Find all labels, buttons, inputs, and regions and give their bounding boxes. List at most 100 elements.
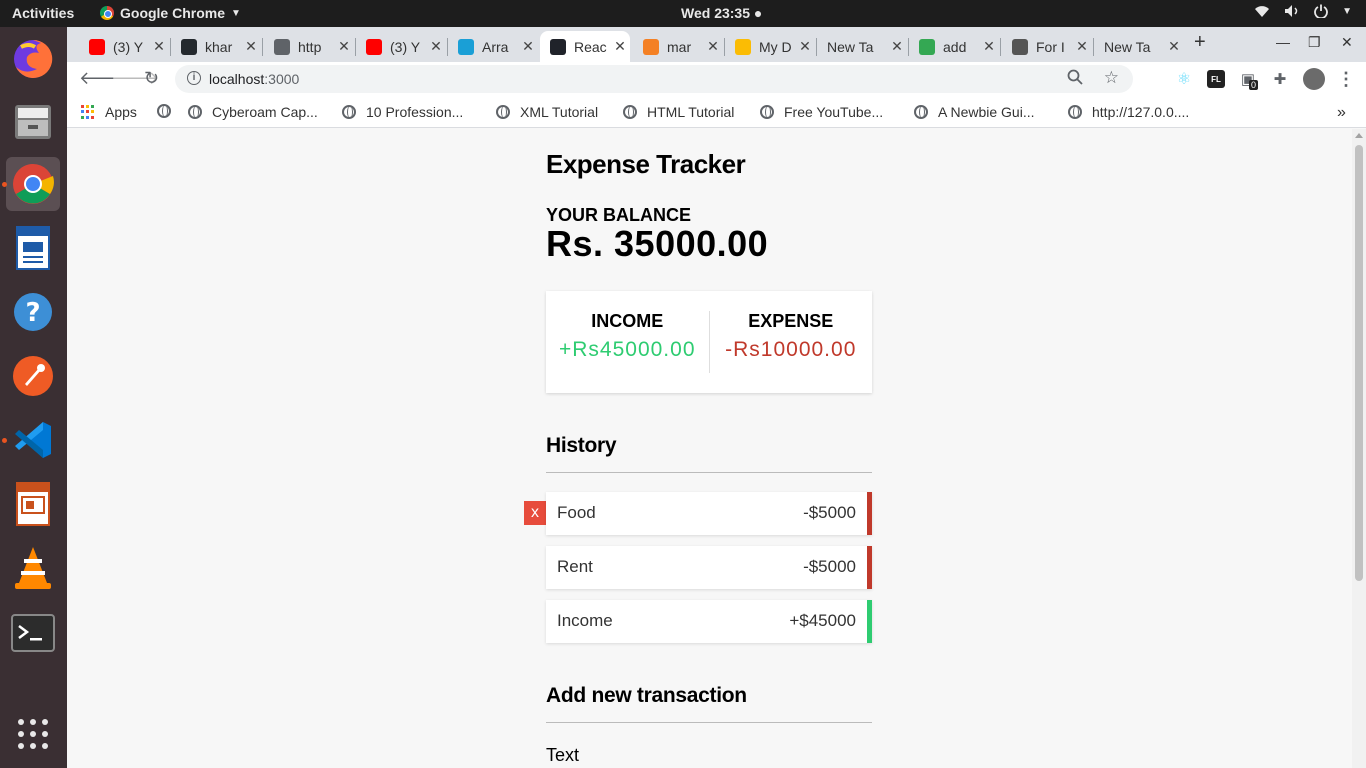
bookmark-globe[interactable] <box>157 104 181 118</box>
vlc-icon[interactable] <box>6 541 60 595</box>
react-icon <box>550 38 566 55</box>
close-tab-icon[interactable]: ✕ <box>887 38 907 55</box>
browser-toolbar: 🡐 🡒 ↻ i localhost:3000 ☆ ⚛ FL ▣ 0 ✚ ⋮ <box>67 62 1366 96</box>
firefox-icon[interactable] <box>6 32 60 86</box>
page-scrollbar[interactable] <box>1352 129 1366 768</box>
tab[interactable]: Arra ✕ <box>448 31 538 62</box>
help-icon[interactable]: ? <box>6 285 60 339</box>
minimize-icon[interactable]: — <box>1276 34 1290 50</box>
files-icon[interactable] <box>6 95 60 149</box>
maximize-icon[interactable]: ❐ <box>1308 34 1321 51</box>
bookmark-10-profession[interactable]: 10 Profession... <box>342 104 463 120</box>
bookmark-apps[interactable]: Apps <box>81 104 137 120</box>
close-tab-icon[interactable]: ✕ <box>795 38 815 55</box>
transaction-name: Rent <box>557 557 593 576</box>
new-tab-icon[interactable]: + <box>1194 31 1206 54</box>
url-text[interactable]: localhost:3000 <box>209 71 299 87</box>
tab-label: Arra <box>482 38 509 55</box>
tab[interactable]: New Ta ✕ <box>1094 31 1184 62</box>
bookmark-label: 10 Profession... <box>366 104 464 120</box>
close-tab-icon[interactable]: ✕ <box>1164 38 1184 55</box>
transaction-amount: -$5000 <box>803 503 856 522</box>
close-tab-icon[interactable]: ✕ <box>149 38 169 55</box>
income-column: INCOME +Rs45000.00 <box>546 311 709 373</box>
profile-avatar[interactable] <box>1303 68 1325 90</box>
tab[interactable]: mar ✕ <box>633 31 723 62</box>
writer-icon[interactable] <box>6 221 60 275</box>
url-host: localhost <box>209 71 265 87</box>
tab[interactable]: For I ✕ <box>1002 31 1092 62</box>
info-icon[interactable]: i <box>187 71 201 85</box>
bookmark-newbie-guide[interactable]: A Newbie Gui... <box>914 104 1035 120</box>
close-window-icon[interactable]: ✕ <box>1341 34 1353 51</box>
delete-transaction-button[interactable]: x <box>524 501 546 525</box>
tab[interactable]: http ✕ <box>264 31 354 62</box>
tab-label: My D <box>759 38 792 55</box>
impress-icon[interactable] <box>6 477 60 531</box>
show-apps-icon[interactable] <box>6 707 60 761</box>
bookmark-html-tutorial[interactable]: HTML Tutorial <box>623 104 734 120</box>
sheet-icon <box>919 38 935 55</box>
zoom-icon[interactable] <box>1067 69 1083 89</box>
system-top-bar: Activities Google Chrome ▼ Wed 23:35 ● ▼ <box>0 0 1366 27</box>
menu-kebab-icon[interactable]: ⋮ <box>1337 69 1355 89</box>
clock[interactable]: Wed 23:35 ● <box>681 5 762 21</box>
bookmarks-overflow-icon[interactable]: » <box>1337 104 1346 122</box>
tab[interactable]: My D ✕ <box>725 31 815 62</box>
tab[interactable]: khar ✕ <box>171 31 261 62</box>
app-menu[interactable]: Google Chrome ▼ <box>100 5 241 21</box>
transaction-item[interactable]: Food -$5000 <box>546 492 872 535</box>
activities-button[interactable]: Activities <box>12 5 74 21</box>
terminal-icon[interactable] <box>6 607 60 661</box>
transaction-type-indicator <box>867 600 872 643</box>
extensions-puzzle-icon[interactable]: ✚ <box>1271 70 1289 88</box>
history-title: History <box>546 434 617 457</box>
transaction-item[interactable]: Rent -$5000 <box>546 546 872 589</box>
globe-icon <box>188 105 202 119</box>
bookmark-cyberoam[interactable]: Cyberoam Cap... <box>188 104 318 120</box>
running-indicator-icon <box>2 182 7 187</box>
close-tab-icon[interactable]: ✕ <box>979 38 999 55</box>
chrome-dock-icon[interactable] <box>6 157 60 211</box>
close-tab-icon[interactable]: ✕ <box>518 38 538 55</box>
app-title: Expense Tracker <box>546 149 746 179</box>
tab-label: Reac <box>574 38 607 55</box>
close-tab-icon[interactable]: ✕ <box>1072 38 1092 55</box>
bookmark-label: A Newbie Gui... <box>938 104 1035 120</box>
tab[interactable]: New Ta ✕ <box>817 31 907 62</box>
vscode-icon[interactable] <box>6 413 60 467</box>
bookmark-star-icon[interactable]: ☆ <box>1104 68 1119 88</box>
volume-icon <box>1284 4 1300 21</box>
postman-icon[interactable] <box>6 349 60 403</box>
tab[interactable]: (3) Y ✕ <box>79 31 169 62</box>
bookmark-xml-tutorial[interactable]: XML Tutorial <box>496 104 598 120</box>
system-tray[interactable]: ▼ <box>1254 4 1352 21</box>
transaction-item[interactable]: Income +$45000 <box>546 600 872 643</box>
history-header: History <box>546 434 872 458</box>
tab[interactable]: add ✕ <box>909 31 999 62</box>
close-tab-icon[interactable]: ✕ <box>426 38 446 55</box>
bookmark-free-youtube[interactable]: Free YouTube... <box>760 104 883 120</box>
tab-strip: (3) Y ✕ khar ✕ http ✕ (3) Y ✕ Arra ✕ Reac ✕ mar ✕ My D… <box>67 27 1366 62</box>
address-bar[interactable]: i localhost:3000 ☆ <box>175 65 1133 93</box>
close-tab-icon[interactable]: ✕ <box>241 38 261 55</box>
close-tab-icon[interactable]: ✕ <box>703 38 723 55</box>
globe-icon <box>157 104 171 118</box>
close-tab-icon[interactable]: ✕ <box>610 38 630 55</box>
scrollbar-thumb[interactable] <box>1355 145 1363 581</box>
balance-value-wrap: Rs. 35000.00 <box>546 223 872 265</box>
reload-icon[interactable]: ↻ <box>144 68 159 89</box>
chrome-icon <box>100 6 114 20</box>
expense-column: EXPENSE -Rs10000.00 <box>710 311 873 373</box>
url-port: :3000 <box>264 71 300 87</box>
extension-fl-icon[interactable]: FL <box>1207 70 1225 88</box>
income-label: INCOME <box>591 311 664 331</box>
bookmark-localhost-ip[interactable]: http://127.0.0.... <box>1068 104 1189 120</box>
extension-box-icon[interactable]: ▣ 0 <box>1239 70 1259 90</box>
react-devtools-icon[interactable]: ⚛ <box>1175 70 1193 88</box>
close-tab-icon[interactable]: ✕ <box>334 38 354 55</box>
extension-badge: 0 <box>1249 80 1259 90</box>
tab[interactable]: (3) Y ✕ <box>356 31 446 62</box>
scroll-up-icon[interactable] <box>1355 133 1363 138</box>
tab[interactable]: Reac ✕ <box>540 31 630 62</box>
